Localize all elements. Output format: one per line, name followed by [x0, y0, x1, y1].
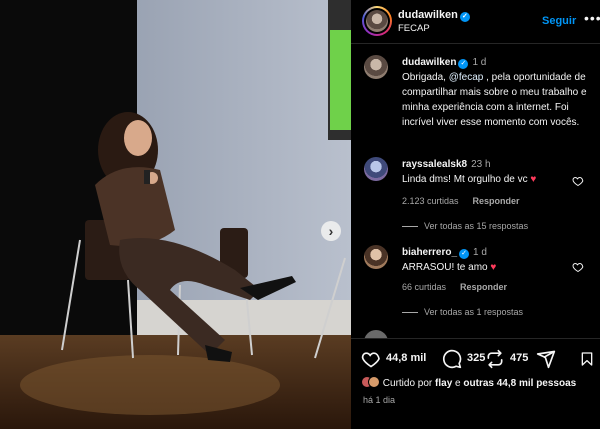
like-count[interactable]: 44,8 mil	[386, 352, 426, 364]
caption-avatar[interactable]	[364, 55, 388, 79]
post-sidebar: dudawilken ✓ FECAP Seguir ••• dudawilken ✓…	[351, 0, 600, 429]
location-label[interactable]: FECAP	[398, 23, 430, 34]
comment-username[interactable]: biaherrero_	[402, 247, 457, 258]
comment-text: Linda dms! Mt orgulho de vc	[402, 174, 528, 185]
heart-emoji-icon: ♥	[530, 174, 537, 185]
view-replies-link[interactable]: Ver todas as 15 respostas	[402, 221, 528, 231]
send-icon[interactable]	[536, 349, 556, 369]
author-username[interactable]: dudawilken ✓	[398, 9, 470, 22]
bookmark-icon[interactable]	[579, 349, 595, 369]
comment-avatar[interactable]	[364, 157, 388, 181]
liked-by-prefix: Curtido por	[382, 378, 433, 389]
like-icon[interactable]	[361, 349, 381, 369]
comment-username[interactable]: rayssalealsk8	[402, 159, 467, 170]
comment-likes[interactable]: 2.123 curtidas	[402, 196, 459, 206]
reply-button[interactable]: Responder	[460, 282, 507, 292]
post-photo: ›	[0, 0, 351, 429]
verified-icon: ✓	[459, 12, 470, 22]
post-header: dudawilken ✓ FECAP Seguir •••	[351, 0, 600, 44]
repost-icon[interactable]	[485, 349, 505, 369]
comment-like-icon[interactable]	[572, 261, 584, 273]
comment-time: 1 d	[473, 247, 487, 258]
comment-avatar[interactable]	[364, 245, 388, 269]
comment-meta: 66 curtidas Responder	[402, 282, 521, 292]
carousel-next-button[interactable]: ›	[321, 221, 341, 241]
liked-by-others[interactable]: outras 44,8 mil pessoas	[463, 378, 576, 389]
author-avatar[interactable]	[362, 6, 392, 36]
comment-like-icon[interactable]	[572, 175, 584, 187]
mention-link[interactable]: @fecap	[449, 72, 484, 83]
comment-count[interactable]: 325	[467, 352, 485, 364]
caption-username[interactable]: dudawilken	[402, 57, 456, 68]
share-count[interactable]: 475	[510, 352, 528, 364]
liked-by-middle: e	[455, 378, 461, 389]
heart-emoji-icon: ♥	[490, 262, 497, 273]
verified-icon: ✓	[459, 249, 470, 259]
comment-icon[interactable]	[442, 349, 462, 369]
post-actions: 44,8 mil 325 475 Curtido por flay e outr…	[351, 338, 600, 429]
caption-time: 1 d	[472, 57, 487, 68]
caption-text-start: Obrigada,	[402, 72, 449, 83]
comment-item: biaherrero_ ✓ 1 d ARRASOU! te amo ♥	[402, 245, 587, 275]
comment-text: ARRASOU! te amo	[402, 262, 488, 273]
stage-photo-illustration	[0, 0, 351, 429]
liker-avatar[interactable]	[368, 376, 380, 388]
liked-by-user[interactable]: flay	[435, 378, 452, 389]
liked-by: Curtido por flay e outras 44,8 mil pesso…	[361, 376, 576, 389]
follow-button[interactable]: Seguir	[542, 15, 576, 27]
comment-likes[interactable]: 66 curtidas	[402, 282, 446, 292]
post-timestamp: há 1 dia	[363, 395, 396, 405]
comment-meta: 2.123 curtidas Responder	[402, 196, 534, 206]
view-replies-link[interactable]: Ver todas as 1 respostas	[402, 307, 523, 317]
comment-item: rayssalealsk8 23 h Linda dms! Mt orgulho …	[402, 157, 587, 187]
verified-icon: ✓	[458, 59, 469, 69]
post-caption: dudawilken ✓ 1 d Obrigada, @fecap , pela o…	[402, 55, 594, 130]
reply-button[interactable]: Responder	[473, 196, 520, 206]
comment-time: 23 h	[471, 159, 491, 170]
more-options-icon[interactable]: •••	[584, 11, 600, 25]
